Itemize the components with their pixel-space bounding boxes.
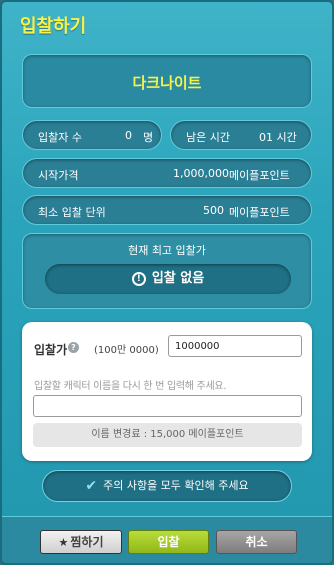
current-bid-status-text: 입찰 없음 [151, 271, 205, 286]
retype-name-label: 입찰할 캐릭터 이름을 다시 한 번 입력해 주세요. [34, 381, 227, 392]
time-left-value: 01 시간 [259, 131, 297, 144]
question-icon[interactable]: ? [68, 342, 79, 353]
confirm-notice-button[interactable]: ✔ 주의 사항을 모두 확인해 주세요 [42, 470, 292, 502]
time-left: 남은 시간 01 시간 [170, 120, 312, 150]
current-bid-label: 현재 최고 입찰가 [128, 244, 206, 257]
start-price-unit: 메이플포인트 [229, 169, 290, 182]
confirm-notice-label: 주의 사항을 모두 확인해 주세요 [103, 479, 249, 492]
character-name-input[interactable] [33, 395, 302, 417]
min-increment-unit: 메이플포인트 [229, 206, 290, 219]
time-left-label: 남은 시간 [186, 131, 230, 144]
bidders-value: 0 [125, 129, 132, 142]
min-increment-value: 500 [203, 204, 224, 217]
star-icon: ★ [58, 536, 69, 549]
name-change-fee: 이름 변경료 : 15,000 메이플포인트 [33, 423, 302, 447]
start-price-value: 1,000,000 [173, 167, 229, 180]
current-bid-status: ! 입찰 없음 [45, 264, 291, 294]
start-price: 시작가격 1,000,000 메이플포인트 [22, 158, 312, 188]
bid-form: 입찰가 ? (100만 0000) 입찰할 캐릭터 이름을 다시 한 번 입력해… [22, 322, 312, 461]
favorite-button[interactable]: ★ 찜하기 [40, 530, 122, 554]
start-price-label: 시작가격 [38, 169, 79, 182]
exclamation-circle-icon: ! [131, 272, 146, 286]
window-title: 입찰하기 [20, 16, 87, 37]
favorite-label: 찜하기 [70, 535, 104, 549]
min-increment-label: 최소 입찰 단위 [38, 206, 106, 219]
item-name-panel: 다크나이트 [22, 54, 312, 108]
bid-button[interactable]: 입찰 [128, 530, 209, 554]
bid-window: 입찰하기 다크나이트 입찰자 수 0 명 남은 시간 01 시간 시작가격 1,… [0, 0, 334, 565]
bid-amount-input[interactable] [168, 335, 302, 357]
check-icon: ✔ [85, 478, 98, 494]
bidders-label: 입찰자 수 [38, 131, 82, 144]
bid-label: 입찰가 [34, 343, 68, 357]
footer-bar: ★ 찜하기 입찰 취소 [2, 516, 332, 563]
cancel-button[interactable]: 취소 [216, 530, 297, 554]
bidders-unit: 명 [143, 131, 154, 144]
item-name: 다크나이트 [132, 74, 202, 92]
current-bid-panel: 현재 최고 입찰가 ! 입찰 없음 [22, 233, 312, 309]
min-increment: 최소 입찰 단위 500 메이플포인트 [22, 195, 312, 225]
bidders-count: 입찰자 수 0 명 [22, 120, 162, 150]
bid-hint: (100만 0000) [94, 345, 159, 356]
